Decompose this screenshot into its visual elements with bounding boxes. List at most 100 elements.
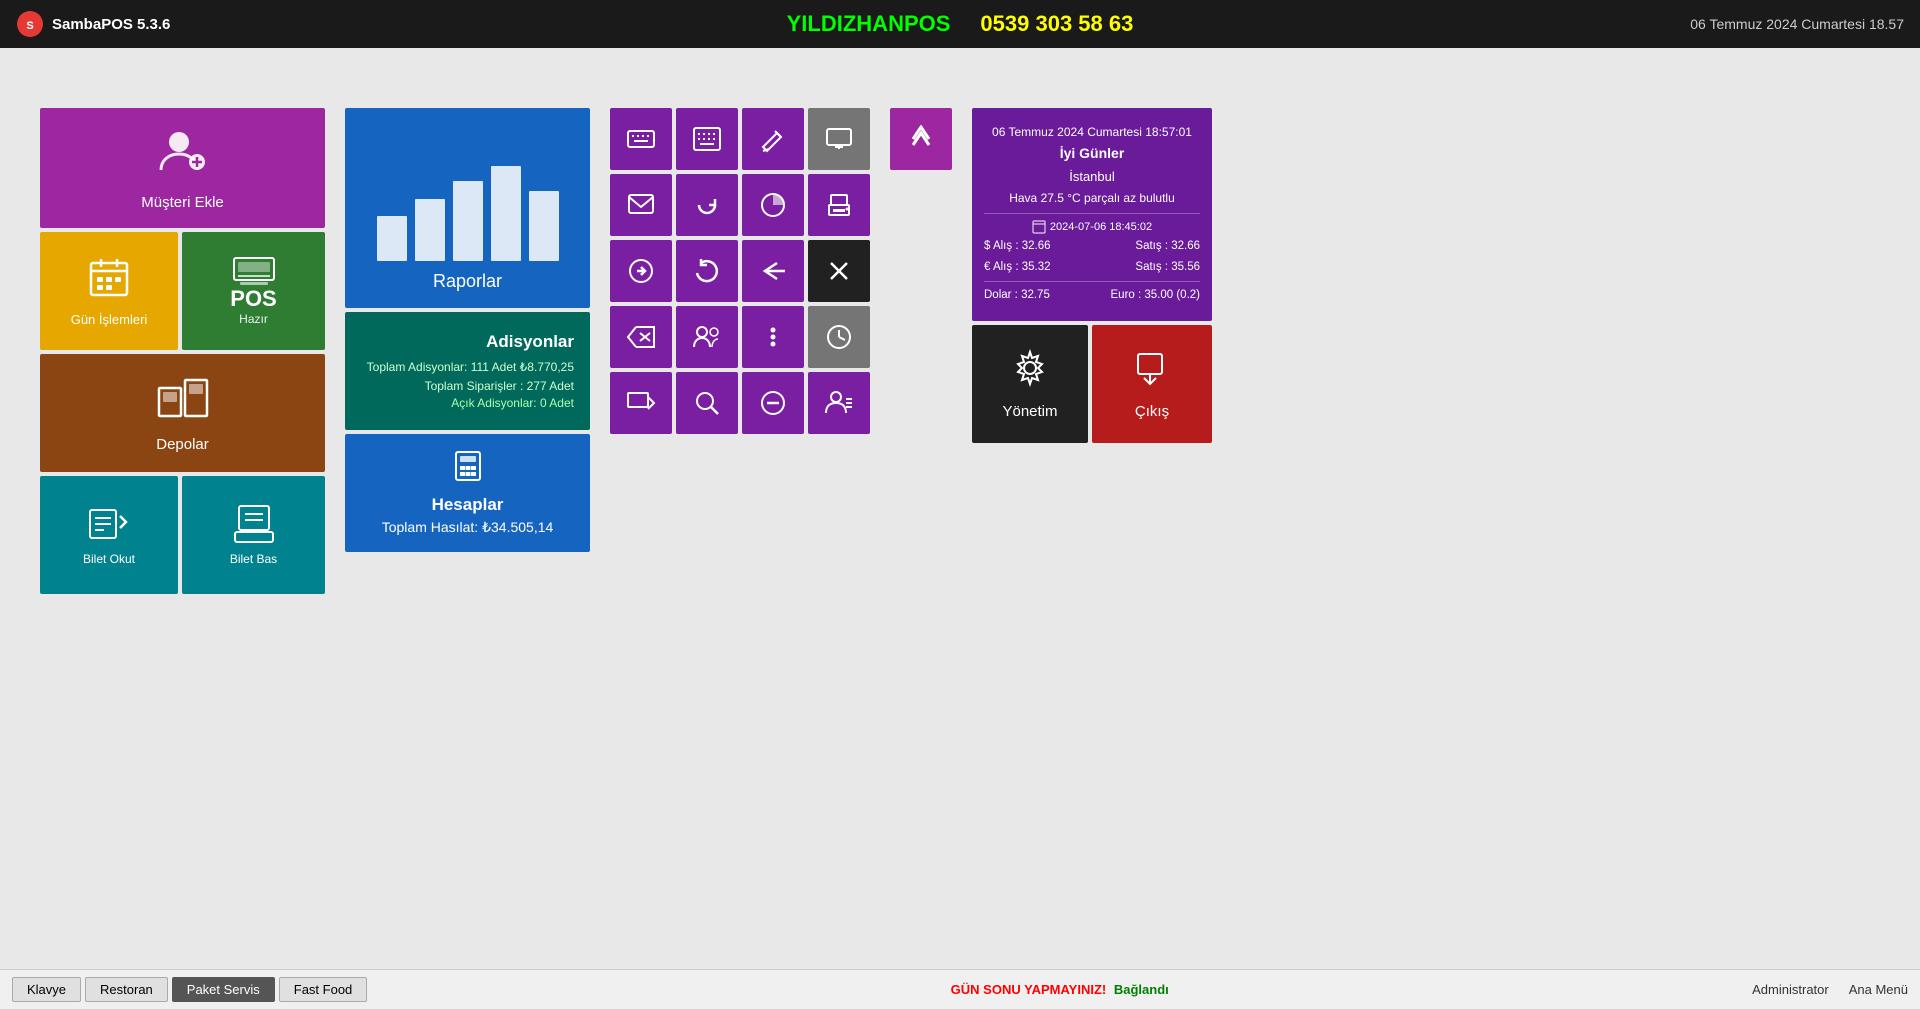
yonetim-tile[interactable]: Yönetim xyxy=(972,325,1088,443)
info-exchange-date: 2024-07-06 18:45:02 xyxy=(984,218,1200,237)
icon-minus-circle[interactable] xyxy=(742,372,804,434)
bottom-user: Administrator xyxy=(1752,982,1829,997)
right-column: 06 Temmuz 2024 Cumartesi 18:57:01 İyi Gü… xyxy=(972,108,1212,443)
depolar-label: Depolar xyxy=(156,436,209,453)
brand-name: YILDIZHANPOS xyxy=(787,11,951,37)
left-column: Müşteri Ekle xyxy=(40,108,325,594)
icon-backspace[interactable] xyxy=(610,306,672,368)
bilet-okut-icon xyxy=(88,504,130,548)
tab-klavye[interactable]: Klavye xyxy=(12,977,81,1002)
icon-edit[interactable] xyxy=(742,108,804,170)
hesaplar-icon xyxy=(452,450,484,489)
info-dolar-euro: Dolar : 32.75 Euro : 35.00 (0.2) xyxy=(984,286,1200,306)
svg-text:S: S xyxy=(26,20,33,32)
logo-icon: S xyxy=(16,10,44,38)
icon-close[interactable] xyxy=(808,240,870,302)
icon-print[interactable] xyxy=(808,174,870,236)
bilet-bas-label: Bilet Bas xyxy=(230,552,277,566)
cikis-label: Çıkış xyxy=(1135,403,1169,420)
icon-keyboard[interactable] xyxy=(610,108,672,170)
icon-grid xyxy=(610,108,870,434)
middle-column: Raporlar Adisyonlar Toplam Adisyonlar: 1… xyxy=(345,108,590,552)
tab-paket-servis[interactable]: Paket Servis xyxy=(172,977,275,1002)
yonetim-cikis-row: Yönetim Çıkış xyxy=(972,325,1212,443)
icon-users[interactable] xyxy=(676,306,738,368)
cikis-tile[interactable]: Çıkış xyxy=(1092,325,1212,443)
yonetim-label: Yönetim xyxy=(1002,403,1057,420)
cikis-icon xyxy=(1132,348,1172,397)
musteri-icon xyxy=(157,126,209,188)
adisyonlar-line3: Açık Adisyonlar: 0 Adet xyxy=(361,396,574,410)
header-center: YILDIZHANPOS 0539 303 58 63 xyxy=(787,11,1134,37)
arrow-up-tile[interactable] xyxy=(890,108,952,170)
adisyonlar-line1: Toplam Adisyonlar: 111 Adet ₺8.770,25 xyxy=(361,358,574,377)
musteri-ekle-tile[interactable]: Müşteri Ekle xyxy=(40,108,325,228)
notice-status: Bağlandı xyxy=(1114,982,1169,997)
header-datetime: 06 Temmuz 2024 Cumartesi 18.57 xyxy=(1690,16,1904,32)
bilet-bas-tile[interactable]: Bilet Bas xyxy=(182,476,325,594)
bar5 xyxy=(529,191,559,261)
logo-area: S SambaPOS 5.3.6 xyxy=(16,10,170,38)
bar3 xyxy=(453,181,483,261)
bar1 xyxy=(377,216,407,261)
arrow-column xyxy=(890,108,952,170)
icon-rotate[interactable] xyxy=(676,240,738,302)
bilet-okut-tile[interactable]: Bilet Okut xyxy=(40,476,178,594)
info-weather: Hava 27.5 °C parçalı az bulutlu xyxy=(984,188,1200,208)
depolar-tile[interactable]: Depolar xyxy=(40,354,325,472)
info-panel: 06 Temmuz 2024 Cumartesi 18:57:01 İyi Gü… xyxy=(972,108,1212,321)
bottom-notice: GÜN SONU YAPMAYINIZ! Bağlandı xyxy=(951,982,1169,997)
gun-islemleri-label: Gün İşlemleri xyxy=(71,312,148,327)
main-content: Müşteri Ekle xyxy=(0,48,1920,614)
icon-arrow-right-circle[interactable] xyxy=(610,240,672,302)
icon-person-menu[interactable] xyxy=(808,372,870,434)
hesaplar-title: Hesaplar xyxy=(432,495,504,515)
icon-screen[interactable] xyxy=(808,108,870,170)
raporlar-chart xyxy=(377,161,559,261)
notice-warning: GÜN SONU YAPMAYINIZ! xyxy=(951,982,1107,997)
header: S SambaPOS 5.3.6 YILDIZHANPOS 0539 303 5… xyxy=(0,0,1920,48)
info-divider2 xyxy=(984,281,1200,282)
raporlar-tile[interactable]: Raporlar xyxy=(345,108,590,308)
info-city: İstanbul xyxy=(984,166,1200,188)
bilet-okut-label: Bilet Okut xyxy=(83,552,135,566)
icon-dots-menu[interactable] xyxy=(742,306,804,368)
bar2 xyxy=(415,199,445,261)
hesaplar-amount: Toplam Hasılat: ₺34.505,14 xyxy=(382,519,554,536)
info-datetime: 06 Temmuz 2024 Cumartesi 18:57:01 xyxy=(984,122,1200,142)
icon-arrow-left-enter[interactable] xyxy=(742,240,804,302)
bottom-bar: Klavye Restoran Paket Servis Fast Food G… xyxy=(0,969,1920,1009)
icon-clock[interactable] xyxy=(808,306,870,368)
hesaplar-tile[interactable]: Hesaplar Toplam Hasılat: ₺34.505,14 xyxy=(345,434,590,552)
gun-pos-row: Gün İşlemleri POS Hazır xyxy=(40,232,325,350)
icon-chart-circle[interactable] xyxy=(742,174,804,236)
icon-screen-arrow[interactable] xyxy=(610,372,672,434)
bilet-bas-icon xyxy=(233,504,275,548)
icon-search[interactable] xyxy=(676,372,738,434)
info-usd: $ Alış : 32.66 Satış : 32.66 xyxy=(984,237,1200,257)
icon-message[interactable] xyxy=(610,174,672,236)
icon-keyboard2[interactable] xyxy=(676,108,738,170)
tab-fast-food[interactable]: Fast Food xyxy=(279,977,368,1002)
pos-status: Hazır xyxy=(239,312,268,326)
adisyonlar-tile[interactable]: Adisyonlar Toplam Adisyonlar: 111 Adet ₺… xyxy=(345,312,590,430)
bilet-row: Bilet Okut Bilet Bas xyxy=(40,476,325,594)
adisyonlar-title: Adisyonlar xyxy=(361,332,574,352)
logo-text: SambaPOS 5.3.6 xyxy=(52,16,170,33)
info-greeting: İyi Günler xyxy=(984,142,1200,166)
bar4 xyxy=(491,166,521,261)
pos-label: POS xyxy=(230,286,276,312)
musteri-ekle-label: Müşteri Ekle xyxy=(141,194,224,211)
gun-islemleri-tile[interactable]: Gün İşlemleri xyxy=(40,232,178,350)
tab-restoran[interactable]: Restoran xyxy=(85,977,168,1002)
depolar-icon xyxy=(157,374,209,430)
bottom-right: Administrator Ana Menü xyxy=(1752,982,1908,997)
info-divider1 xyxy=(984,213,1200,214)
pos-icon xyxy=(232,256,276,286)
info-eur: € Alış : 35.32 Satış : 35.56 xyxy=(984,258,1200,278)
bottom-tabs: Klavye Restoran Paket Servis Fast Food xyxy=(12,977,367,1002)
pos-tile[interactable]: POS Hazır xyxy=(182,232,325,350)
icon-refresh[interactable] xyxy=(676,174,738,236)
bottom-menu[interactable]: Ana Menü xyxy=(1849,982,1908,997)
yonetim-icon xyxy=(1010,348,1050,397)
